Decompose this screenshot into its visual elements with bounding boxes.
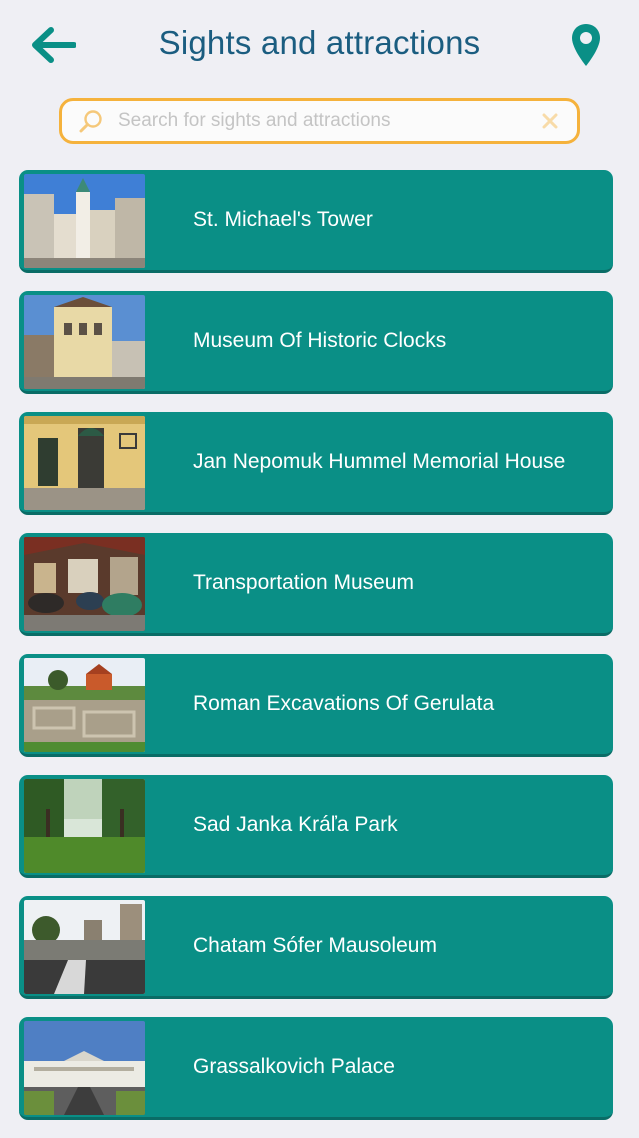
list-item[interactable]: Museum Of Historic Clocks bbox=[19, 291, 613, 394]
close-icon bbox=[542, 113, 558, 129]
attraction-thumbnail bbox=[24, 537, 145, 631]
map-button[interactable] bbox=[566, 20, 606, 70]
attraction-thumbnail bbox=[24, 779, 145, 873]
attraction-thumbnail bbox=[24, 658, 145, 752]
attraction-thumbnail bbox=[24, 295, 145, 389]
search-input[interactable] bbox=[118, 110, 539, 132]
list-item[interactable]: St. Michael's Tower bbox=[19, 170, 613, 273]
attraction-thumbnail bbox=[24, 900, 145, 994]
page-title: Sights and attractions bbox=[158, 24, 481, 61]
list-item[interactable]: Chatam Sófer Mausoleum bbox=[19, 896, 613, 999]
attraction-label: Grassalkovich Palace bbox=[193, 1055, 395, 1078]
attraction-label: Transportation Museum bbox=[193, 571, 414, 594]
attraction-label: St. Michael's Tower bbox=[193, 208, 373, 231]
search-bar bbox=[59, 98, 580, 144]
search-icon bbox=[79, 110, 102, 133]
header-bar: Sights and attractions bbox=[0, 0, 639, 90]
attraction-label: Sad Janka Kráľa Park bbox=[193, 813, 398, 836]
list-item[interactable]: Grassalkovich Palace bbox=[19, 1017, 613, 1120]
map-pin-icon bbox=[572, 24, 600, 66]
attraction-label: Chatam Sófer Mausoleum bbox=[193, 934, 437, 957]
attraction-label: Jan Nepomuk Hummel Memorial House bbox=[193, 450, 566, 473]
attraction-thumbnail bbox=[24, 416, 145, 510]
list-item[interactable]: Transportation Museum bbox=[19, 533, 613, 636]
list-item[interactable]: Jan Nepomuk Hummel Memorial House bbox=[19, 412, 613, 515]
attraction-thumbnail bbox=[24, 1021, 145, 1115]
attraction-label: Museum Of Historic Clocks bbox=[193, 329, 447, 352]
attraction-thumbnail bbox=[24, 174, 145, 268]
attractions-list: St. Michael's Tower Museum Of Historic C… bbox=[19, 170, 613, 1138]
list-item[interactable]: Sad Janka Kráľa Park bbox=[19, 775, 613, 878]
attraction-label: Roman Excavations Of Gerulata bbox=[193, 692, 495, 715]
clear-search-button[interactable] bbox=[539, 110, 561, 132]
list-item[interactable]: Roman Excavations Of Gerulata bbox=[19, 654, 613, 757]
